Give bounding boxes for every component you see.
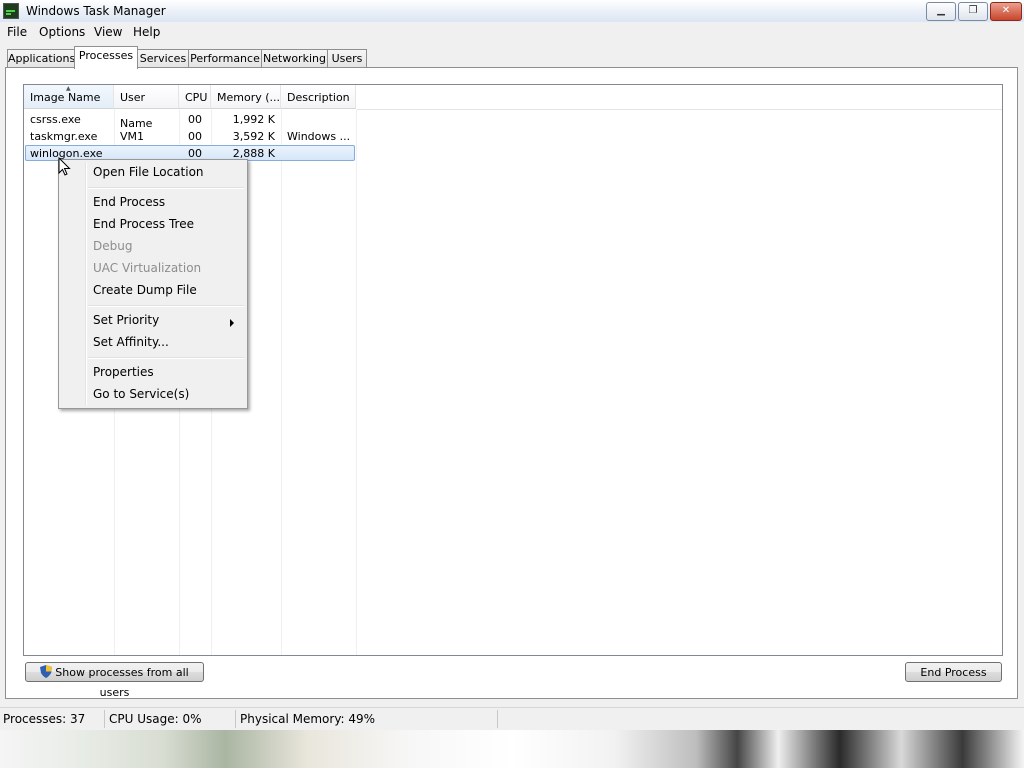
show-all-users-label: Show processes from all users (55, 666, 189, 699)
menu-file[interactable]: File (7, 25, 27, 39)
column-label: Description (287, 91, 350, 104)
minimize-icon: ▁ (937, 5, 945, 16)
tab-performance[interactable]: Performance (188, 49, 262, 68)
minimize-button[interactable]: ▁ (926, 2, 956, 21)
menu-gutter (85, 162, 87, 406)
menu-create-dump-file[interactable]: Create Dump File (93, 283, 197, 297)
table-row[interactable]: taskmgr.exe VM1 00 3,592 K Windows ... (25, 128, 355, 144)
restore-icon: ❐ (968, 5, 978, 16)
menu-debug: Debug (93, 239, 133, 253)
context-menu: Open File Location End Process End Proce… (58, 159, 248, 409)
cell-image-name: csrss.exe (30, 113, 81, 126)
status-bar: Processes: 37 CPU Usage: 0% Physical Mem… (0, 707, 1024, 730)
close-button[interactable]: ✕ (990, 2, 1022, 21)
status-divider (497, 710, 498, 728)
sort-ascending-icon: ▲ (66, 85, 71, 92)
title-bar[interactable]: Windows Task Manager ▁ ❐ ✕ (0, 0, 1024, 23)
column-divider (281, 109, 282, 655)
menu-options[interactable]: Options (39, 25, 85, 39)
menu-end-process-tree[interactable]: End Process Tree (93, 217, 194, 231)
header-filler (356, 85, 1002, 110)
column-description[interactable]: Description (281, 85, 356, 109)
status-cpu-usage: CPU Usage: 0% (109, 712, 202, 726)
status-divider (235, 710, 236, 728)
column-memory[interactable]: Memory (... (211, 85, 281, 109)
cell-cpu: 00 (188, 113, 202, 126)
tab-applications[interactable]: Applications (7, 49, 75, 68)
column-user-name[interactable]: User Name (114, 85, 179, 130)
menu-uac-virtualization: UAC Virtualization (93, 261, 202, 275)
tab-users[interactable]: Users (327, 49, 367, 68)
menu-bar: File Options View Help (0, 22, 1024, 42)
close-icon: ✕ (1001, 5, 1011, 16)
column-cpu[interactable]: CPU (179, 85, 211, 109)
menu-separator (88, 305, 244, 307)
column-label: CPU (185, 91, 208, 104)
submenu-arrow-icon (230, 319, 234, 327)
end-process-label: End Process (920, 666, 987, 679)
desktop-wallpaper (0, 730, 1024, 768)
menu-end-process[interactable]: End Process (93, 195, 165, 209)
column-image-name[interactable]: ▲ Image Name (24, 85, 114, 109)
show-all-users-button[interactable]: Show processes from all users (25, 662, 204, 699)
status-processes: Processes: 37 (3, 712, 86, 726)
cell-memory: 1,992 K (232, 113, 275, 126)
menu-open-file-location[interactable]: Open File Location (93, 165, 204, 179)
tab-networking[interactable]: Networking (261, 49, 328, 68)
end-process-button[interactable]: End Process (905, 662, 1002, 682)
menu-properties[interactable]: Properties (93, 365, 154, 379)
column-label: Image Name (30, 91, 101, 104)
menu-view[interactable]: View (94, 25, 122, 39)
cell-description: Windows ... (287, 130, 351, 143)
task-manager-icon (3, 3, 19, 19)
tab-services[interactable]: Services (137, 49, 189, 68)
window-title: Windows Task Manager (26, 4, 166, 18)
column-label: Memory (... (217, 91, 281, 104)
status-divider (104, 710, 105, 728)
cell-memory: 3,592 K (232, 130, 275, 143)
menu-separator (88, 357, 244, 359)
cell-user-name: VM1 (120, 130, 145, 143)
table-row[interactable]: csrss.exe 00 1,992 K (25, 111, 355, 127)
uac-shield-icon (40, 665, 53, 678)
cell-image-name: taskmgr.exe (30, 130, 98, 143)
menu-separator (88, 187, 244, 189)
tab-processes[interactable]: Processes (74, 46, 138, 69)
mouse-cursor-icon (58, 157, 71, 176)
status-physical-memory: Physical Memory: 49% (240, 712, 376, 726)
menu-set-priority[interactable]: Set Priority (93, 313, 159, 327)
cell-cpu: 00 (188, 130, 202, 143)
menu-set-affinity[interactable]: Set Affinity... (93, 335, 169, 349)
maximize-button[interactable]: ❐ (958, 2, 988, 21)
column-divider (356, 109, 357, 655)
menu-help[interactable]: Help (133, 25, 160, 39)
menu-go-to-services[interactable]: Go to Service(s) (93, 387, 189, 401)
